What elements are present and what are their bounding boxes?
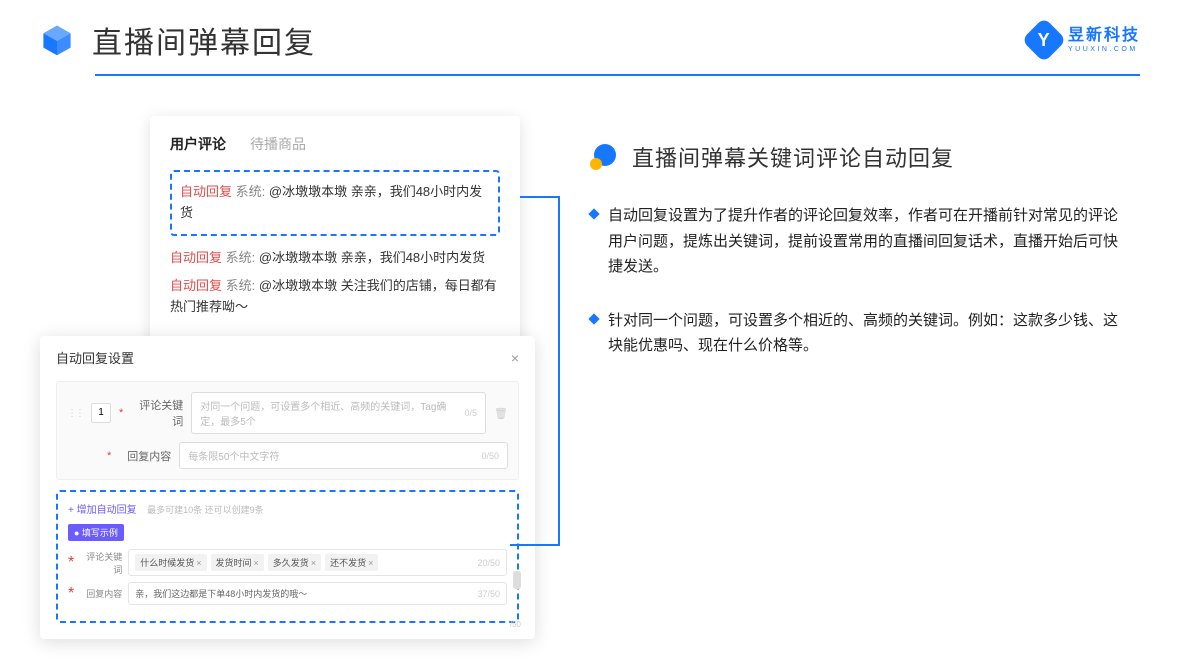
diamond-bullet-icon [588,313,599,324]
close-icon[interactable]: × [511,350,519,366]
panel-header: 自动回复设置 × [56,348,519,367]
connector-line [520,196,560,198]
drag-handle-icon[interactable]: ⋮⋮ [67,408,83,419]
comments-panel: 用户评论 待播商品 自动回复 系统: @冰墩墩本墩 亲亲，我们48小时内发货 自… [150,116,520,354]
example-content-value: 亲，我们这边都是下单48小时内发货的哦～ [135,587,307,600]
comment-line: 自动回复 系统: @冰墩墩本墩 亲亲，我们48小时内发货 [180,182,490,224]
brand-name-cn: 昱新科技 [1068,28,1140,44]
example-keyword-input[interactable]: 什么时候发货× 发货时间× 多久发货× 还不发货× 20/50 [128,549,507,576]
content: 用户评论 待播商品 自动回复 系统: @冰墩墩本墩 亲亲，我们48小时内发货 自… [0,76,1180,387]
tag: 什么时候发货× [135,554,206,571]
example-content-input[interactable]: 亲，我们这边都是下单48小时内发货的哦～ 37/50 [128,582,507,605]
bullet-item: 自动回复设置为了提升作者的评论回复效率，作者可在开播前针对常见的评论用户问题，提… [590,203,1140,280]
keyword-label: 评论关键词 [131,397,183,429]
tag-remove-icon[interactable]: × [368,558,373,568]
required-marker: * [119,407,123,419]
tabs: 用户评论 待播商品 [170,134,500,154]
counter: 0/50 [481,451,499,461]
tab-user-comments[interactable]: 用户评论 [170,134,226,154]
tag: 多久发货× [268,554,321,571]
example-content-row: * 回复内容 亲，我们这边都是下单48小时内发货的哦～ 37/50 [68,582,507,605]
header: 直播间弹幕回复 Y 昱新科技 YUUXIN.COM [0,0,1180,62]
tag: 还不发货× [325,554,378,571]
add-hint: 最多可建10条 还可以创建9条 [147,505,264,515]
panel-title: 自动回复设置 [56,348,134,367]
counter: 0/5 [465,408,478,418]
tag-remove-icon[interactable]: × [254,558,259,568]
tab-pending-products[interactable]: 待播商品 [250,134,306,154]
rule-form-block: ⋮⋮ 1 * 评论关键词 对同一个问题，可设置多个相近、高频的关键词，Tag确定… [56,381,519,480]
brand-icon: Y [1021,17,1066,62]
required-marker: * [68,554,74,572]
comment-text: @冰墩墩本墩 亲亲，我们48小时内发货 [259,250,485,265]
outer-counter: /50 [510,620,521,629]
diamond-bullet-icon [588,208,599,219]
auto-reply-tag: 自动回复 [170,250,222,265]
system-label: 系统: [226,250,256,265]
form-row-keyword: ⋮⋮ 1 * 评论关键词 对同一个问题，可设置多个相近、高频的关键词，Tag确定… [67,392,508,434]
comment-line: 自动回复 系统: @冰墩墩本墩 关注我们的店铺，每日都有热门推荐呦～ [170,276,500,318]
right-column: 直播间弹幕关键词评论自动回复 自动回复设置为了提升作者的评论回复效率，作者可在开… [590,116,1140,387]
example-highlight: + 增加自动回复 最多可建10条 还可以创建9条 ● 填写示例 * 评论关键词 … [56,490,519,623]
counter: 37/50 [477,589,500,599]
bullet-text: 针对同一个问题，可设置多个相近的、高频的关键词。例如：这款多少钱、这块能优惠吗、… [608,308,1130,359]
tag-remove-icon[interactable]: × [311,558,316,568]
placeholder-text: 每条限50个中文字符 [188,448,279,463]
example-badge: ● 填写示例 [68,524,124,541]
bullet-text: 自动回复设置为了提升作者的评论回复效率，作者可在开播前针对常见的评论用户问题，提… [608,203,1130,280]
system-label: 系统: [236,184,266,199]
form-row-content: * 回复内容 每条限50个中文字符 0/50 [67,442,508,469]
tag-remove-icon[interactable]: × [196,558,201,568]
bullet-item: 针对同一个问题，可设置多个相近的、高频的关键词。例如：这款多少钱、这块能优惠吗、… [590,308,1140,359]
brand-logo: Y 昱新科技 YUUXIN.COM [1028,24,1140,56]
connector-line [558,196,560,546]
content-input[interactable]: 每条限50个中文字符 0/50 [179,442,508,469]
highlighted-comment: 自动回复 系统: @冰墩墩本墩 亲亲，我们48小时内发货 [170,170,500,236]
brand-text: 昱新科技 YUUXIN.COM [1068,28,1140,53]
bubble-icon [590,144,620,170]
section-title-row: 直播间弹幕关键词评论自动回复 [590,141,1140,173]
order-number: 1 [91,403,111,423]
example-content-label: 回复内容 [80,587,122,600]
required-marker: * [68,585,74,603]
counter: 20/50 [477,558,500,568]
auto-reply-tag: 自动回复 [170,278,222,293]
add-row: + 增加自动回复 最多可建10条 还可以创建9条 [68,500,507,518]
cube-icon [40,23,74,57]
system-label: 系统: [226,278,256,293]
tag: 发货时间× [211,554,264,571]
required-marker: * [107,450,111,462]
keyword-input[interactable]: 对同一个问题，可设置多个相近、高频的关键词，Tag确定，最多5个 0/5 [191,392,486,434]
auto-reply-settings-panel: 自动回复设置 × ⋮⋮ 1 * 评论关键词 对同一个问题，可设置多个相近、高频的… [40,336,535,639]
scrollbar-thumb[interactable] [513,571,521,589]
placeholder-text: 对同一个问题，可设置多个相近、高频的关键词，Tag确定，最多5个 [200,398,464,428]
add-auto-reply-link[interactable]: + 增加自动回复 [68,505,137,516]
section-title: 直播间弹幕关键词评论自动回复 [632,141,954,173]
comment-line: 自动回复 系统: @冰墩墩本墩 亲亲，我们48小时内发货 [170,248,500,269]
comment-list: 自动回复 系统: @冰墩墩本墩 亲亲，我们48小时内发货 自动回复 系统: @冰… [170,248,500,318]
auto-reply-tag: 自动回复 [180,184,232,199]
brand-name-en: YUUXIN.COM [1068,46,1140,53]
header-left: 直播间弹幕回复 [40,18,316,62]
page-title: 直播间弹幕回复 [92,18,316,62]
example-keyword-row: * 评论关键词 什么时候发货× 发货时间× 多久发货× 还不发货× 20/50 [68,549,507,576]
content-label: 回复内容 [119,448,171,464]
example-keyword-label: 评论关键词 [80,550,122,576]
left-column: 用户评论 待播商品 自动回复 系统: @冰墩墩本墩 亲亲，我们48小时内发货 自… [40,116,560,387]
delete-icon[interactable]: 🗑 [494,407,508,420]
example-tags: 什么时候发货× 发货时间× 多久发货× 还不发货× [135,554,380,571]
